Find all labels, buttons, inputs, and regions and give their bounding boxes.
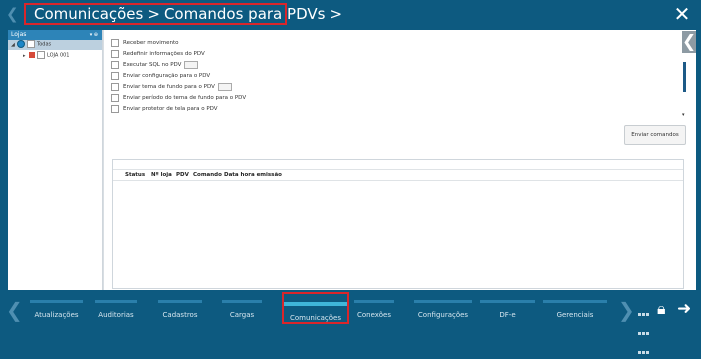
nav-bar [284, 302, 347, 306]
nav-bar [95, 300, 137, 303]
command-item[interactable]: Redefinir informações do PDV [111, 49, 205, 59]
exit-arrow-icon[interactable]: ➜ [677, 299, 691, 319]
command-label: Redefinir informações do PDV [123, 51, 205, 57]
column-command[interactable]: Comando [193, 170, 222, 180]
scroll-down-icon[interactable]: ▾ [682, 112, 685, 118]
nav-item-settings[interactable]: Configurações [414, 300, 472, 324]
checkbox[interactable] [27, 40, 35, 48]
checkbox[interactable] [111, 38, 119, 47]
store-icon [29, 52, 35, 58]
checkbox[interactable] [111, 71, 119, 80]
options-button[interactable] [217, 82, 232, 91]
nav-label: Atualizações [34, 311, 79, 319]
command-label: Executar SQL no PDV [123, 62, 182, 68]
nav-item-loads[interactable]: Cargas [222, 300, 262, 324]
nav-item-management[interactable]: Gerenciais [543, 300, 607, 324]
command-label: Enviar protetor de tela para o PDV [123, 106, 218, 112]
nav-bar [354, 300, 394, 303]
nav-item-connections[interactable]: Conexões [354, 300, 394, 324]
nav-bar [158, 300, 202, 303]
stores-panel: Lojas ▾ ⊕ ◢ Todas ▸ LOJA 001 [8, 30, 103, 290]
globe-icon [17, 40, 25, 48]
checkbox[interactable] [37, 51, 45, 59]
table-header: Status Nº loja PDV Comando Data hora emi… [113, 169, 683, 181]
command-item[interactable]: Receber movimento [111, 38, 179, 48]
column-pdv[interactable]: PDV [176, 170, 189, 180]
nav-label: Cargas [229, 311, 255, 319]
nav-item-communications[interactable]: Comunicações [282, 292, 349, 324]
command-item[interactable]: Executar SQL no PDV [111, 60, 199, 70]
command-item[interactable]: Enviar protetor de tela para o PDV [111, 104, 218, 114]
close-icon[interactable]: ✕ [673, 4, 691, 24]
nav-bar [30, 300, 83, 303]
command-label: Enviar configuração para o PDV [123, 73, 211, 79]
command-label: Receber movimento [123, 40, 179, 46]
stores-panel-controls[interactable]: ▾ ⊕ [90, 30, 98, 40]
tree-item-all[interactable]: ◢ Todas [11, 40, 51, 49]
checkbox[interactable] [111, 93, 119, 102]
stores-panel-title: Lojas [11, 31, 27, 38]
checkbox[interactable] [111, 104, 119, 113]
nav-label: DF-e [499, 311, 516, 319]
nav-item-registers[interactable]: Cadastros [158, 300, 202, 324]
column-issue-datetime[interactable]: Data hora emissão [224, 170, 282, 180]
nav-bar [222, 300, 262, 303]
column-store-number[interactable]: Nº loja [151, 170, 172, 180]
breadcrumb-separator: > [147, 5, 160, 23]
column-status[interactable]: Status [125, 170, 145, 180]
checkbox[interactable] [111, 82, 119, 91]
lock-icon[interactable]: 🔒︎ [657, 299, 666, 319]
nav-item-updates[interactable]: Atualizações [30, 300, 83, 324]
grid-icon[interactable] [638, 302, 652, 354]
nav-label: Configurações [417, 311, 469, 319]
nav-label: Conexões [357, 311, 391, 319]
scrollbar-thumb[interactable] [683, 62, 686, 92]
main-content: Lojas ▾ ⊕ ◢ Todas ▸ LOJA 001 Receber movim… [8, 30, 696, 290]
options-button[interactable] [184, 60, 199, 69]
tree-item-label: LOJA 001 [47, 52, 70, 59]
command-item[interactable]: Enviar tema de fundo para o PDV [111, 82, 232, 92]
command-item[interactable]: Enviar configuração para o PDV [111, 71, 210, 81]
breadcrumb: Comunicações > Comandos para PDVs > [24, 3, 342, 25]
nav-item-audits[interactable]: Auditorias [95, 300, 137, 324]
nav-label: Gerenciais [556, 311, 594, 319]
stores-panel-header: Lojas ▾ ⊕ [8, 30, 102, 40]
bottom-nav: ❮ Atualizações Auditorias Cadastros Carg… [0, 290, 701, 354]
nav-label: Auditorias [98, 311, 134, 319]
command-label: Enviar período do tema de fundo para o P… [123, 95, 247, 101]
breadcrumb-separator: > [329, 5, 343, 23]
checkbox[interactable] [111, 49, 119, 58]
panel-divider [103, 30, 104, 290]
nav-label: Comunicações [289, 314, 342, 322]
tree-item-store[interactable]: ▸ LOJA 001 [23, 51, 69, 60]
top-bar: ❮ Comunicações > Comandos para PDVs > ✕ [0, 0, 701, 30]
command-item[interactable]: Enviar período do tema de fundo para o P… [111, 93, 246, 103]
command-label: Enviar tema de fundo para o PDV [123, 84, 215, 90]
nav-label: Cadastros [162, 311, 198, 319]
nav-bar [543, 300, 607, 303]
collapse-panel-icon[interactable]: ❮ [682, 31, 696, 53]
breadcrumb-item-communications[interactable]: Comunicações [34, 5, 143, 23]
nav-bar [480, 300, 535, 303]
send-commands-button[interactable]: Enviar comandos [624, 125, 686, 145]
nav-left-arrow-icon[interactable]: ❮ [6, 300, 23, 320]
nav-bar [414, 300, 472, 303]
nav-item-dfe[interactable]: DF-e [480, 300, 535, 324]
commands-table: Status Nº loja PDV Comando Data hora emi… [112, 159, 684, 289]
tree-item-label: Todas [37, 41, 52, 48]
checkbox[interactable] [111, 60, 119, 69]
nav-right-arrow-icon[interactable]: ❯ [618, 300, 635, 320]
collapse-triangle-icon[interactable]: ◢ [11, 41, 17, 50]
breadcrumb-item-commands: Comandos para PDVs [163, 5, 326, 23]
back-arrow-icon[interactable]: ❮ [6, 6, 19, 22]
